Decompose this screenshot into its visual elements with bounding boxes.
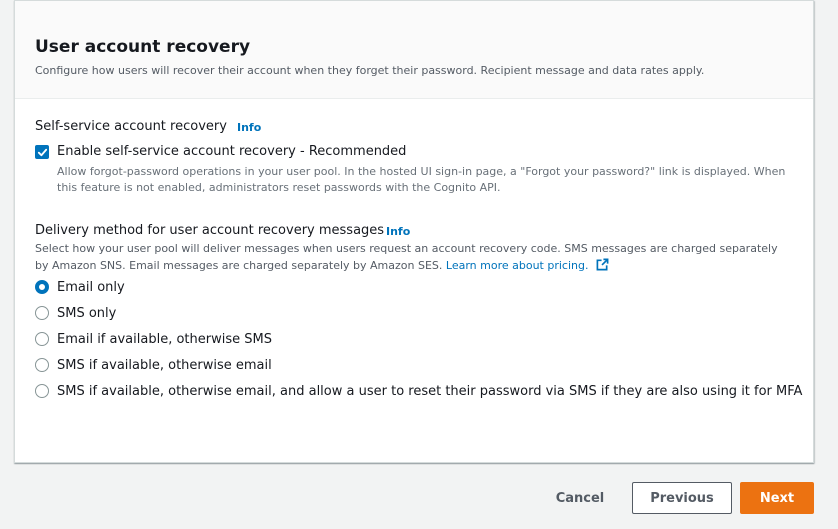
pricing-link[interactable]: Learn more about pricing. bbox=[446, 259, 589, 272]
self-service-label: Self-service account recovery bbox=[35, 119, 227, 134]
self-service-checkbox-description: Allow forgot-password operations in your… bbox=[57, 165, 786, 194]
radio-sms-otherwise-email-mfa[interactable]: SMS if available, otherwise email, and a… bbox=[35, 381, 802, 401]
radio-email-only[interactable]: Email only bbox=[35, 277, 125, 297]
external-link-icon[interactable] bbox=[596, 258, 609, 271]
user-account-recovery-panel: User account recovery Configure how user… bbox=[14, 0, 814, 463]
previous-button[interactable]: Previous bbox=[632, 482, 732, 514]
radio-label: SMS if available, otherwise email bbox=[57, 357, 272, 373]
cancel-button[interactable]: Cancel bbox=[548, 482, 612, 514]
radio-button[interactable] bbox=[35, 280, 49, 294]
self-service-checkbox-label[interactable]: Enable self-service account recovery - R… bbox=[57, 144, 406, 159]
self-service-checkbox[interactable] bbox=[35, 145, 49, 159]
panel-description: Configure how users will recover their a… bbox=[35, 64, 705, 77]
radio-label: SMS if available, otherwise email, and a… bbox=[57, 383, 803, 399]
radio-button[interactable] bbox=[35, 332, 49, 346]
radio-label: Email if available, otherwise SMS bbox=[57, 331, 272, 347]
radio-sms-otherwise-email[interactable]: SMS if available, otherwise email bbox=[35, 355, 272, 375]
radio-label: Email only bbox=[57, 279, 125, 295]
panel-header: User account recovery Configure how user… bbox=[15, 1, 813, 99]
self-service-info-link[interactable]: Info bbox=[237, 121, 261, 134]
panel-title: User account recovery bbox=[35, 37, 251, 57]
radio-button[interactable] bbox=[35, 306, 49, 320]
radio-email-otherwise-sms[interactable]: Email if available, otherwise SMS bbox=[35, 329, 272, 349]
radio-label: SMS only bbox=[57, 305, 117, 321]
delivery-method-label: Delivery method for user account recover… bbox=[35, 223, 385, 238]
radio-button[interactable] bbox=[35, 358, 49, 372]
radio-button[interactable] bbox=[35, 384, 49, 398]
delivery-description-text: Select how your user pool will deliver m… bbox=[35, 242, 778, 272]
delivery-method-info-link[interactable]: Info bbox=[386, 225, 410, 238]
delivery-method-description: Select how your user pool will deliver m… bbox=[35, 241, 785, 274]
checkmark-icon bbox=[37, 148, 47, 156]
radio-sms-only[interactable]: SMS only bbox=[35, 303, 116, 323]
next-button[interactable]: Next bbox=[740, 482, 814, 514]
